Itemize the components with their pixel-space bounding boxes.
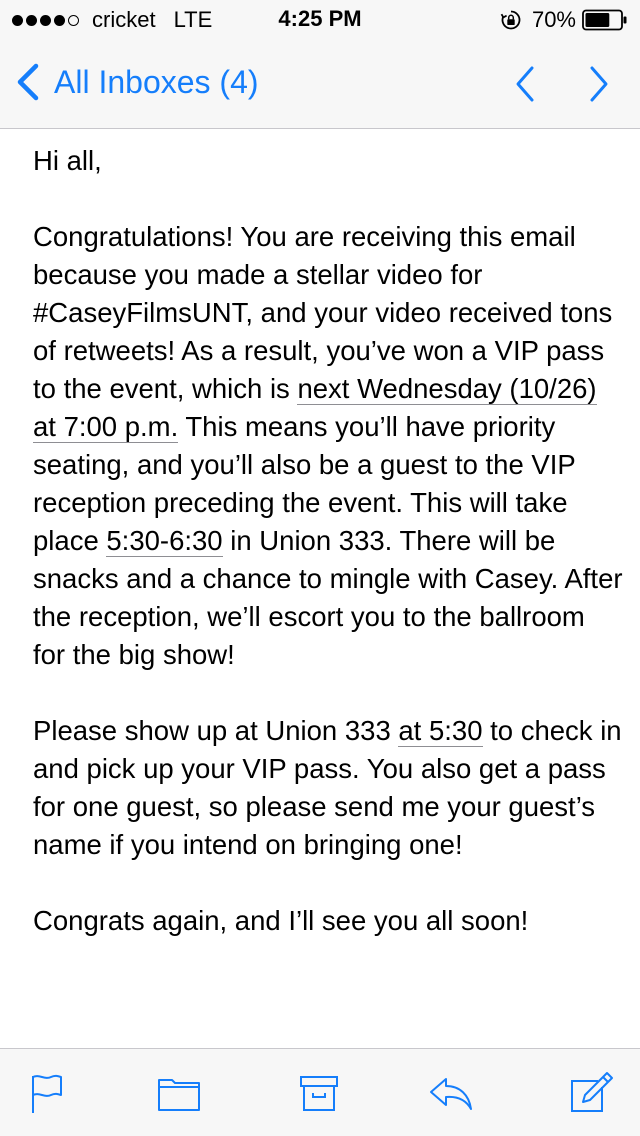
next-message-button[interactable] [578,64,618,104]
archive-icon [300,1076,338,1111]
email-paragraph-1: Congratulations! You are receiving this … [33,218,623,674]
back-button-label: All Inboxes (4) [54,63,259,100]
top-bars: cricket LTE 4:25 PM 70% All Inboxes (4) [0,0,640,129]
flag-icon [32,1074,62,1113]
mail-screen: cricket LTE 4:25 PM 70% All Inboxes (4) … [0,0,640,1136]
status-right: 70% [500,7,628,33]
folder-icon [158,1079,200,1111]
compose-button[interactable] [568,1071,614,1115]
battery-percent: 70% [531,7,576,32]
email-greeting: Hi all, [33,145,102,176]
time-detected-link[interactable]: at 5:30 [398,715,483,747]
paragraph-text: Please show up at Union 333 [33,715,399,746]
previous-message-button[interactable] [506,64,546,104]
reply-icon [430,1078,472,1110]
reply-button[interactable] [428,1071,474,1115]
back-button[interactable]: All Inboxes (4) [14,62,259,102]
bottom-toolbar [0,1048,640,1136]
compose-icon [571,1072,613,1112]
chevron-left-icon [17,63,39,101]
status-bar: cricket LTE 4:25 PM 70% [0,0,640,40]
battery-icon [582,9,627,31]
email-paragraph-2: Please show up at Union 333 at 5:30 to c… [33,712,623,864]
archive-button[interactable] [296,1071,342,1115]
email-closing: Congrats again, and I’ll see you all soo… [33,905,529,936]
navigation-bar: All Inboxes (4) [0,40,640,128]
time-detected-link[interactable]: 5:30-6:30 [106,525,223,557]
rotation-lock-icon [500,10,521,30]
flag-button[interactable] [24,1071,70,1115]
move-to-folder-button[interactable] [156,1071,202,1115]
email-body: Hi all, Congratulations! You are receivi… [33,142,623,940]
